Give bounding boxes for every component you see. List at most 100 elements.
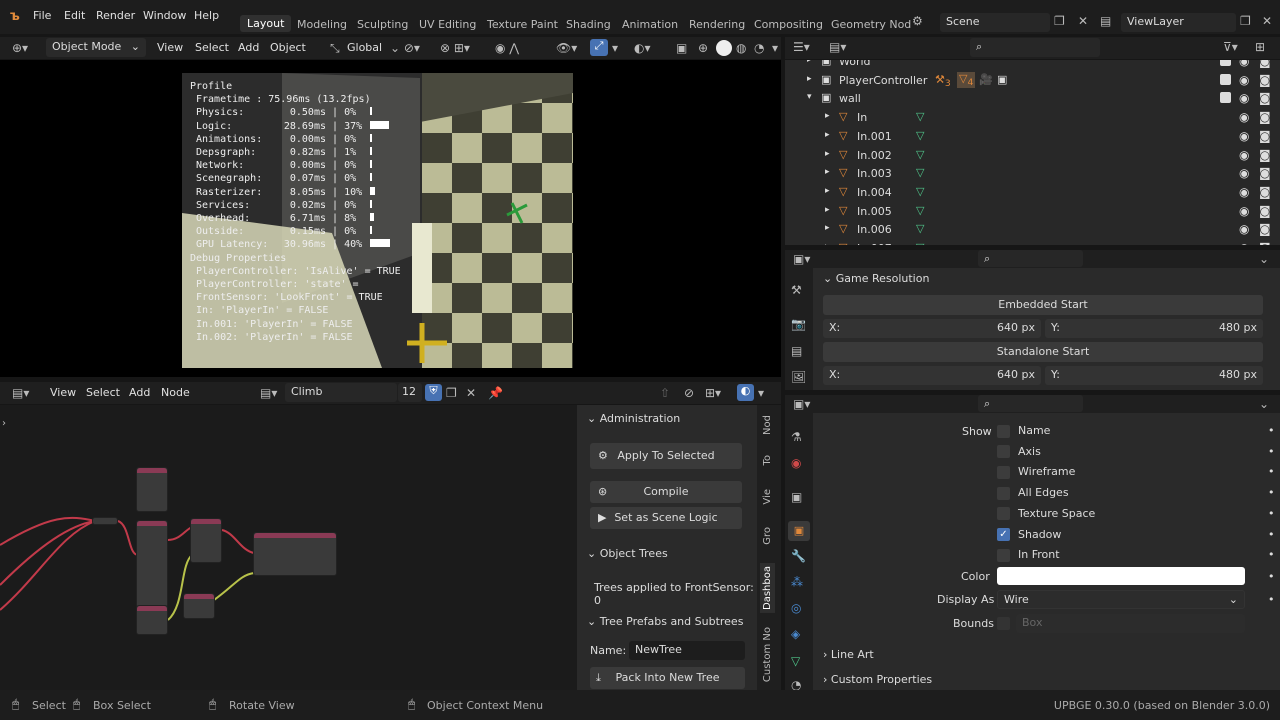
viewport-menu-select[interactable]: Select — [195, 41, 229, 54]
expand-arrow-icon[interactable]: ▸ — [825, 242, 830, 245]
admin-section-header[interactable]: ⌄ Administration — [587, 412, 680, 425]
show-wireframe-option[interactable]: Wireframe • — [997, 465, 1275, 479]
new-collection-icon[interactable]: ⊞ — [1255, 41, 1265, 53]
tab-texture-paint[interactable]: Texture Paint — [487, 18, 558, 31]
custom-properties-section-header[interactable]: › Custom Properties — [823, 673, 932, 686]
eye-icon[interactable]: ◉ — [1239, 222, 1249, 236]
node-tree-type-icon[interactable]: ▤▾ — [260, 387, 277, 399]
blender-logo-icon[interactable]: ъ — [10, 9, 20, 24]
axis-checkbox[interactable] — [997, 445, 1010, 459]
pivot-icon[interactable]: ⌄ ⊘▾ — [390, 42, 420, 54]
camera-render-icon[interactable]: ◙ — [1259, 241, 1271, 245]
tab-custom-nodes[interactable]: Custom No — [762, 627, 773, 682]
embedded-y-field[interactable]: Y: 480 px — [1045, 319, 1263, 338]
logic-node[interactable] — [136, 520, 168, 608]
node-menu-select[interactable]: Select — [86, 386, 120, 399]
game-resolution-header[interactable]: ⌄ Game Resolution — [823, 272, 929, 285]
scene-field[interactable]: Scene — [940, 13, 1050, 32]
tab-layout[interactable]: Layout — [240, 15, 292, 32]
constraints-tab-icon[interactable]: ◈ — [791, 628, 800, 640]
line-art-section-header[interactable]: › Line Art — [823, 648, 874, 661]
object-tab-icon[interactable]: ▣ — [788, 521, 810, 541]
shading-rendered-icon[interactable]: ◔ — [754, 42, 764, 54]
expand-arrow-icon[interactable]: ▸ — [807, 60, 812, 65]
outliner-row[interactable]: ▸ ▽ In.007 ▽ ◉ ◙ — [785, 239, 1280, 245]
fake-user-shield-icon[interactable]: ⛨ — [425, 384, 442, 401]
tab-vie[interactable]: Vie — [762, 489, 773, 505]
compile-button[interactable]: ⊛ Compile — [590, 481, 742, 503]
infront-checkbox[interactable] — [997, 548, 1010, 562]
camera-render-icon[interactable]: ◙ — [1259, 222, 1271, 236]
outliner-row[interactable]: ▸ ▽ In.002 ▽ ◉ ◙ — [785, 146, 1280, 165]
eye-icon[interactable]: ◉ — [1239, 91, 1249, 105]
viewport-3d[interactable]: Profile Frametime : 75.96ms (13.2fps) Ph… — [0, 60, 781, 377]
eye-icon[interactable]: ◉ — [1239, 185, 1249, 199]
logic-node[interactable] — [136, 605, 168, 635]
outliner-row[interactable]: ▸ ▽ In.001 ▽ ◉ ◙ — [785, 127, 1280, 146]
pack-into-new-tree-button[interactable]: ⤓ Pack Into New Tree — [590, 667, 745, 689]
bounds-dropdown[interactable]: Box — [1016, 614, 1245, 633]
outliner-type-icon[interactable]: ☰▾ — [793, 41, 810, 53]
exclude-checkbox[interactable] — [1220, 92, 1231, 104]
wireframe-checkbox[interactable] — [997, 465, 1010, 479]
keyframe-dot[interactable]: • — [1268, 548, 1275, 561]
node-menu-add[interactable]: Add — [129, 386, 150, 399]
expand-arrow-icon[interactable]: ▸ — [825, 130, 830, 140]
apply-to-selected-button[interactable]: ⚙ Apply To Selected — [590, 443, 742, 469]
scene-tab-icon[interactable]: ⚗ — [791, 431, 802, 443]
embedded-start-button[interactable]: Embedded Start — [823, 295, 1263, 315]
shading-wireframe-icon[interactable]: ⊕ — [698, 42, 708, 54]
color-swatch[interactable] — [997, 567, 1245, 585]
shading-dropdown-icon[interactable]: ▾ — [772, 42, 778, 54]
camera-render-icon[interactable]: ◙ — [1259, 110, 1271, 124]
node-menu-view[interactable]: View — [50, 386, 76, 399]
outliner-row[interactable]: ▸ ▽ In.006 ▽ ◉ ◙ — [785, 220, 1280, 239]
viewport-menu-object[interactable]: Object — [270, 41, 306, 54]
eye-icon[interactable]: ◉ — [1239, 241, 1249, 245]
standalone-start-button[interactable]: Standalone Start — [823, 342, 1263, 362]
camera-render-icon[interactable]: ◙ — [1259, 185, 1271, 199]
tab-dashboard[interactable]: Dashboa — [760, 563, 775, 613]
data-tab-icon[interactable]: ▽ — [791, 655, 800, 667]
snap-element-icon[interactable]: ⊞▾ — [705, 387, 721, 399]
show-shadow-option[interactable]: ✓ Shadow • — [997, 528, 1275, 541]
tab-rendering[interactable]: Rendering — [689, 18, 745, 31]
tab-animation[interactable]: Animation — [622, 18, 678, 31]
eye-icon[interactable]: ◉ — [1239, 129, 1249, 143]
node-tree-name-field[interactable]: Climb — [285, 383, 397, 402]
outliner-search-input[interactable]: ⌕ — [970, 38, 1100, 57]
remove-scene-icon[interactable]: ✕ — [1078, 15, 1088, 27]
eye-icon[interactable]: ◉ — [1239, 110, 1249, 124]
visibility-icon[interactable]: 👁▾ — [556, 42, 577, 54]
viewport-menu-add[interactable]: Add — [238, 41, 259, 54]
particles-tab-icon[interactable]: ⁂ — [791, 576, 803, 588]
tab-compositing[interactable]: Compositing — [754, 18, 823, 31]
editor-type-icon[interactable]: ⊕▾ — [12, 42, 28, 54]
logic-node[interactable] — [183, 593, 215, 619]
properties-options-icon[interactable]: ⌄ — [1259, 253, 1269, 265]
standalone-y-field[interactable]: Y: 480 px — [1045, 366, 1263, 385]
eye-icon[interactable]: ◉ — [1239, 60, 1249, 68]
menu-help[interactable]: Help — [194, 9, 219, 22]
prefabs-section-header[interactable]: ⌄ Tree Prefabs and Subtrees — [587, 615, 743, 628]
color-keyframe-dot[interactable]: • — [1268, 570, 1275, 583]
menu-file[interactable]: File — [33, 9, 51, 22]
object-mode-dropdown[interactable]: Object Mode ⌄ — [46, 38, 146, 57]
tab-shading[interactable]: Shading — [566, 18, 611, 31]
exclude-checkbox[interactable] — [1220, 73, 1231, 85]
proportional-edit-icon[interactable]: ◉ ⋀ — [495, 42, 519, 54]
snap-icon[interactable]: ⊗ ⊞▾ — [440, 42, 470, 54]
eye-icon[interactable]: ◉ — [1239, 204, 1249, 218]
keyframe-dot[interactable]: • — [1268, 486, 1275, 499]
outliner-row[interactable]: ▸ ▽ In ▽ ◉ ◙ — [785, 108, 1280, 127]
expand-arrow-icon[interactable]: ▸ — [807, 74, 812, 84]
parent-tree-icon[interactable]: ⇧ — [660, 387, 670, 399]
output-tab-icon[interactable]: ▤ — [791, 345, 802, 357]
outliner-row[interactable]: ▸ ▣ World ◉ ◙ — [785, 60, 1280, 71]
expand-arrow-icon[interactable]: ▸ — [825, 167, 830, 177]
scene-icon[interactable]: ⚙ — [912, 15, 923, 27]
camera-render-icon[interactable]: ◙ — [1259, 166, 1271, 180]
display-as-dropdown[interactable]: Wire ⌄ — [997, 590, 1245, 609]
node-editor-type-icon[interactable]: ▤▾ — [12, 387, 29, 399]
tab-to[interactable]: To — [762, 455, 773, 466]
